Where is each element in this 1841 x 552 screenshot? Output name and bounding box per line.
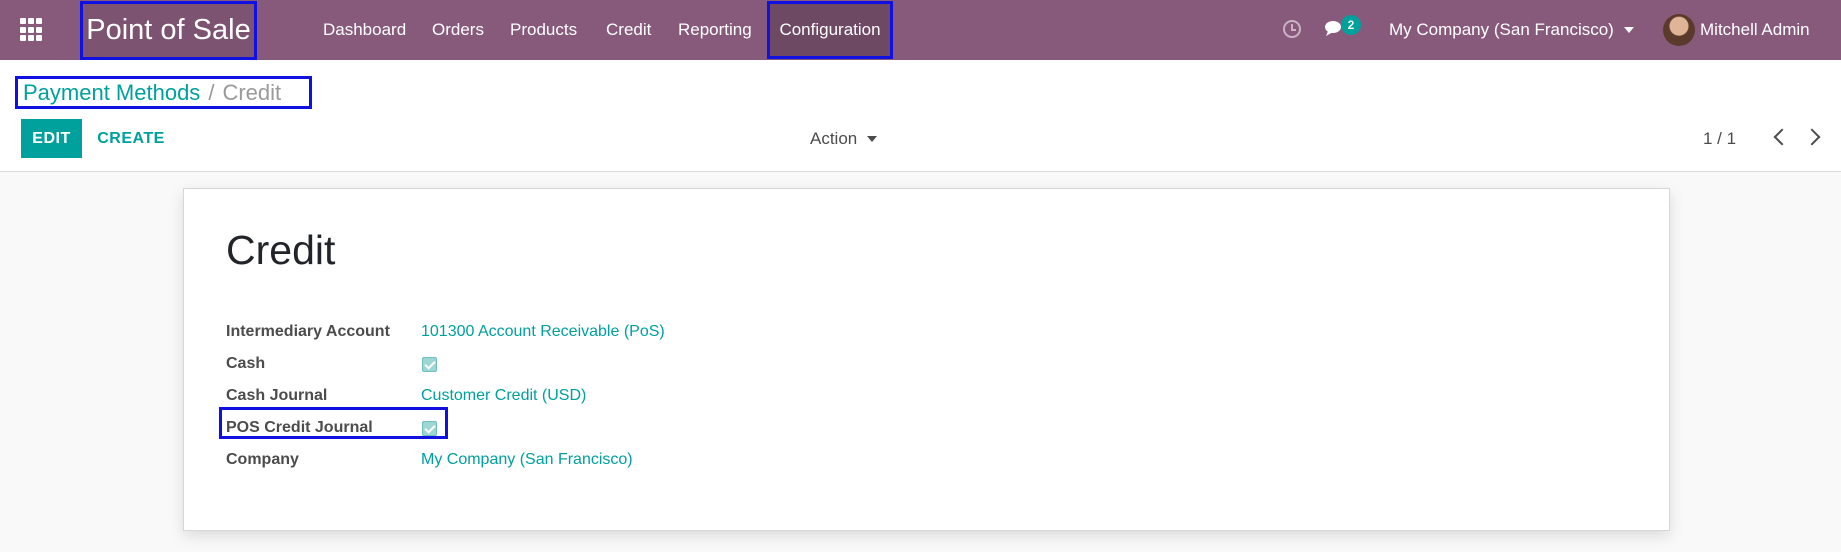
edit-button[interactable]: EDIT xyxy=(21,119,82,158)
chat-count-badge: 2 xyxy=(1341,15,1361,35)
create-button[interactable]: CREATE xyxy=(92,119,170,158)
menu-dashboard[interactable]: Dashboard xyxy=(323,0,406,60)
field-label-company: Company xyxy=(226,451,299,468)
intermediary-account-link[interactable]: 101300 Account Receivable (PoS) xyxy=(421,323,665,341)
field-label-intermediary-account: Intermediary Account xyxy=(226,323,390,340)
top-navbar: Point of Sale Dashboard Orders Products … xyxy=(0,0,1841,60)
control-panel: Payment Methods / Credit EDIT CREATE Act… xyxy=(0,60,1841,172)
breadcrumb: Payment Methods / Credit xyxy=(15,76,312,109)
company-switcher[interactable]: My Company (San Francisco) xyxy=(1389,0,1634,60)
menu-orders[interactable]: Orders xyxy=(432,0,484,60)
action-label: Action xyxy=(810,128,858,148)
action-dropdown[interactable]: Action xyxy=(810,119,878,158)
menu-credit[interactable]: Credit xyxy=(606,0,651,60)
menu-configuration[interactable]: Configuration xyxy=(767,1,893,59)
caret-down-icon xyxy=(1623,27,1634,33)
menu-products[interactable]: Products xyxy=(510,0,577,60)
chevron-right-icon[interactable] xyxy=(1803,128,1821,146)
field-label-pos-credit-journal: POS Credit Journal xyxy=(226,419,373,436)
avatar[interactable] xyxy=(1663,14,1695,46)
company-name: My Company (San Francisco) xyxy=(1389,20,1614,39)
menu-reporting[interactable]: Reporting xyxy=(678,0,752,60)
field-label-cash-journal: Cash Journal xyxy=(226,387,328,404)
chevron-left-icon[interactable] xyxy=(1773,128,1791,146)
breadcrumb-payment-methods[interactable]: Payment Methods xyxy=(23,80,200,106)
pos-credit-journal-checkbox[interactable] xyxy=(422,421,437,436)
field-label-cash: Cash xyxy=(226,355,266,372)
app-brand[interactable]: Point of Sale xyxy=(80,1,257,60)
caret-down-icon xyxy=(867,135,878,142)
breadcrumb-current: Credit xyxy=(222,79,282,105)
form-sheet: Credit Intermediary Account 101300 Accou… xyxy=(183,188,1670,531)
pager-value[interactable]: 1 / 1 xyxy=(1703,119,1736,158)
breadcrumb-separator: / xyxy=(208,79,215,105)
user-menu[interactable]: Mitchell Admin xyxy=(1700,0,1810,60)
record-title: Credit xyxy=(226,227,336,273)
company-link[interactable]: My Company (San Francisco) xyxy=(421,451,633,469)
cash-checkbox[interactable] xyxy=(422,357,437,372)
clock-icon[interactable] xyxy=(1283,20,1301,38)
apps-grid-icon[interactable] xyxy=(20,18,44,42)
cash-journal-link[interactable]: Customer Credit (USD) xyxy=(421,387,586,405)
